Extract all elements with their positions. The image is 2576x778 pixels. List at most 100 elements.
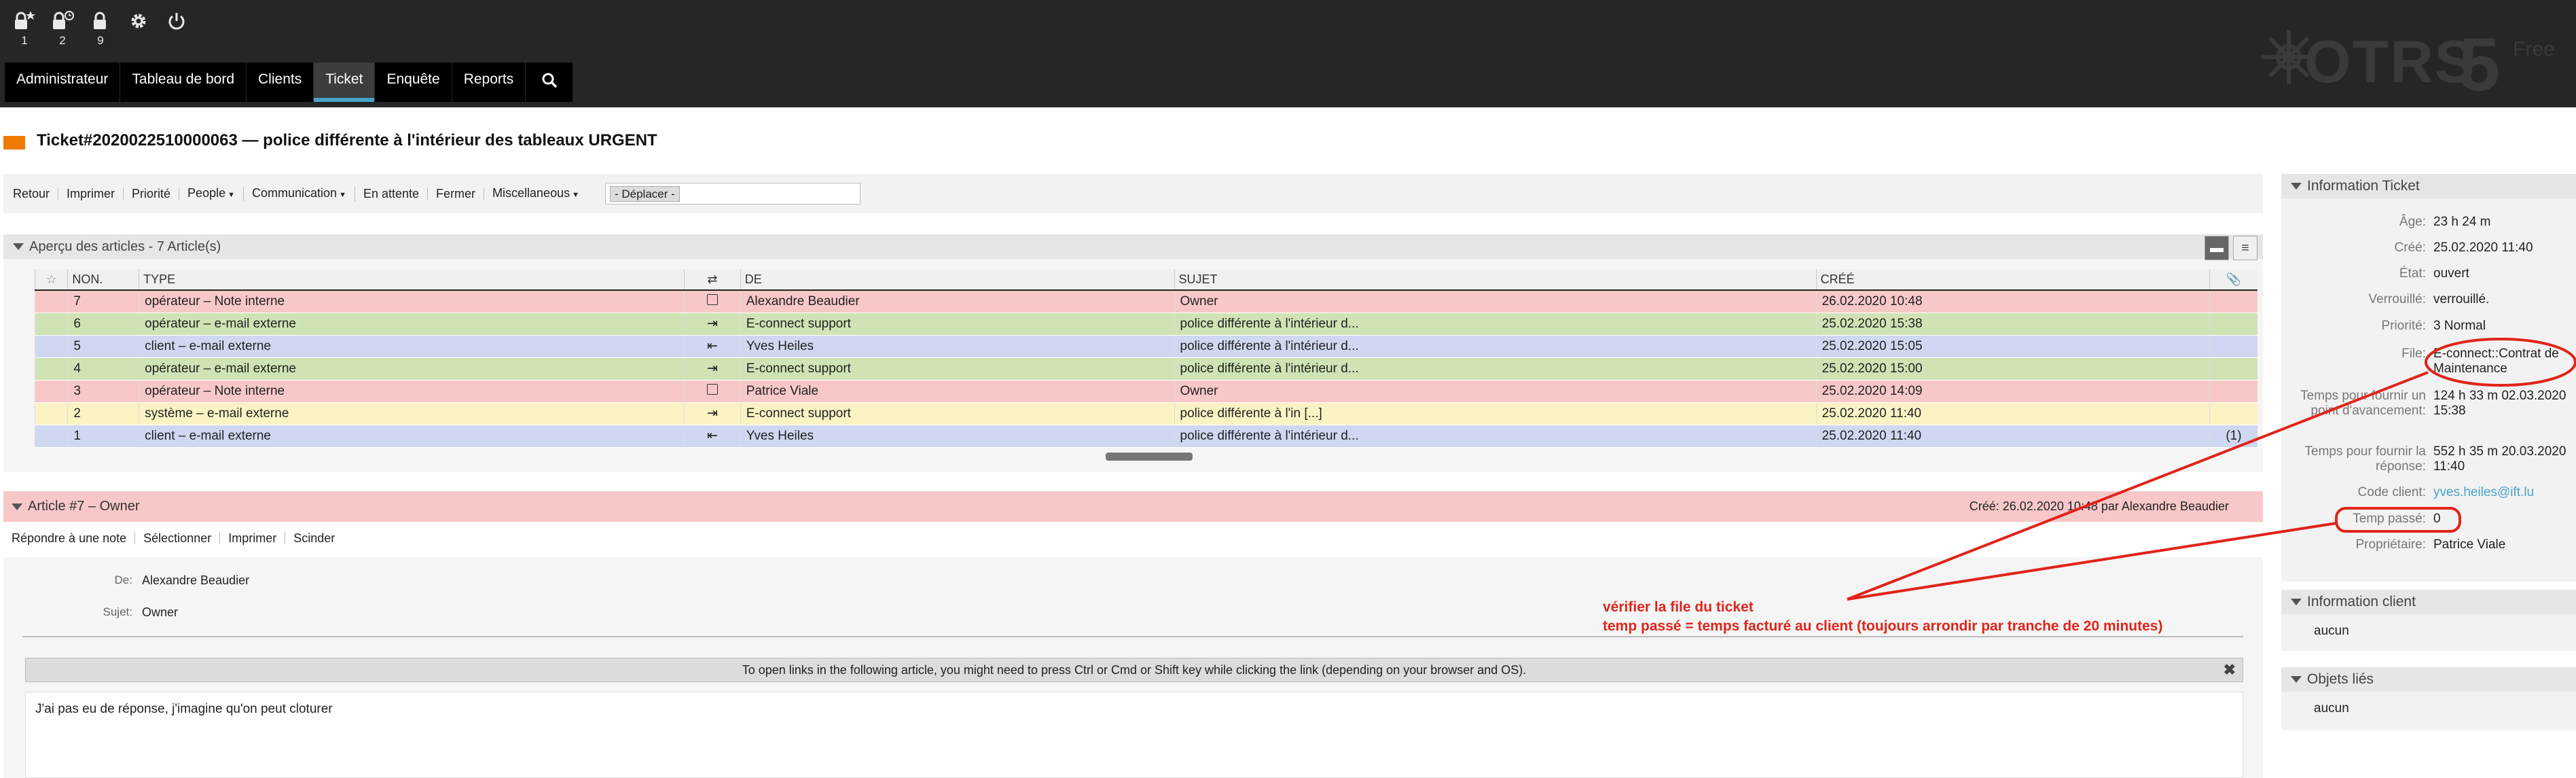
- article-action-print[interactable]: Imprimer: [228, 532, 286, 544]
- action-people-menu[interactable]: People ▼: [187, 186, 244, 201]
- internal-note-icon: [706, 294, 718, 305]
- article-row[interactable]: 2 système – e-mail externe ⇥ E-connect s…: [34, 402, 2257, 425]
- preferences-button[interactable]: [125, 11, 152, 57]
- action-en-attente[interactable]: En attente: [363, 188, 429, 200]
- nav-search-button[interactable]: [526, 63, 574, 102]
- view-list-button[interactable]: ≡: [2233, 236, 2257, 260]
- article-header[interactable]: Article #7 – Owner Créé: 26.02.2020 10:4…: [3, 491, 2263, 522]
- top-header: 1 2 9 Administrateur Tableau de bord Cli…: [0, 0, 2576, 107]
- nav-reports[interactable]: Reports: [452, 63, 526, 102]
- info-value: Patrice Viale: [2433, 537, 2506, 552]
- action-fermer[interactable]: Fermer: [436, 188, 485, 200]
- article-body-text: J'ai pas eu de réponse, j'imagine qu'on …: [25, 692, 2243, 778]
- collapse-triangle-icon[interactable]: [2291, 183, 2302, 190]
- article-action-select[interactable]: Sélectionner: [143, 532, 221, 544]
- outgoing-email-icon: ⇥: [706, 406, 718, 421]
- links-notice-banner: To open links in the following article, …: [25, 658, 2243, 682]
- article-type: opérateur – Note interne: [139, 380, 685, 403]
- article-created: 25.02.2020 15:38: [1815, 313, 2210, 336]
- col-attachment[interactable]: 📎: [2209, 269, 2257, 291]
- article-row[interactable]: 7 opérateur – Note interne Alexandre Bea…: [34, 289, 2257, 313]
- logout-button[interactable]: [163, 11, 190, 57]
- collapse-triangle-icon[interactable]: [2291, 676, 2302, 683]
- info-value[interactable]: E-connect::Contrat de Maintenance: [2433, 347, 2576, 376]
- article-from: Alexandre Beaudier: [740, 289, 1175, 313]
- article-no: 4: [67, 357, 139, 381]
- col-direction[interactable]: ⇄: [684, 269, 741, 291]
- table-resize-handle[interactable]: [1106, 453, 1193, 461]
- article-row[interactable]: 5 client – e-mail externe ⇤ Yves Heiles …: [34, 335, 2257, 358]
- articles-overview-widget: Aperçu des articles - 7 Article(s) ▬ ≡ ☆…: [3, 234, 2263, 472]
- col-type[interactable]: TYPE: [139, 269, 685, 291]
- ticket-info-header[interactable]: Information Ticket: [2281, 174, 2576, 198]
- collapse-triangle-icon[interactable]: [12, 503, 22, 510]
- article-attachment: [2209, 357, 2257, 381]
- collapse-triangle-icon[interactable]: [13, 243, 24, 250]
- article-row[interactable]: 6 opérateur – e-mail externe ⇥ E-connect…: [34, 313, 2257, 336]
- row-star: [34, 335, 68, 358]
- col-created[interactable]: CRÉÉ: [1815, 269, 2210, 291]
- article-no: 2: [67, 402, 139, 425]
- action-communication-menu[interactable]: Communication ▼: [252, 186, 355, 201]
- article-type: client – e-mail externe: [139, 335, 685, 358]
- direction-cell: [684, 380, 741, 403]
- collapse-triangle-icon[interactable]: [2291, 599, 2302, 605]
- col-subject[interactable]: SUJET: [1174, 269, 1817, 291]
- locked-reminder-tickets-button[interactable]: 2: [49, 11, 76, 57]
- nav-administrateur[interactable]: Administrateur: [5, 63, 121, 102]
- article-subject: Owner: [1174, 380, 1817, 403]
- articles-view-tools: ▬ ≡: [2205, 236, 2257, 260]
- article-created: 25.02.2020 11:40: [1815, 402, 2210, 425]
- action-retour[interactable]: Retour: [13, 188, 59, 200]
- col-no[interactable]: NON.: [67, 269, 139, 291]
- article-row[interactable]: 4 opérateur – e-mail externe ⇥ E-connect…: [34, 357, 2257, 381]
- ticket-info-title: Information Ticket: [2307, 178, 2420, 194]
- divider: [22, 636, 2243, 637]
- outgoing-email-icon: ⇥: [706, 317, 718, 331]
- logo-text: OTRS: [2304, 28, 2476, 95]
- article-created-line: Créé: 26.02.2020 10:48 par Alexandre Bea…: [1969, 499, 2229, 513]
- info-label: Verrouillé:: [2368, 292, 2427, 306]
- linked-objects-header[interactable]: Objets liés: [2281, 667, 2576, 692]
- article-subject: police différente à l'intérieur d...: [1174, 313, 1817, 336]
- article-subject: police différente à l'in [...]: [1174, 402, 1817, 425]
- move-queue-select[interactable]: - Déplacer -: [604, 183, 860, 205]
- info-label: Temp passé:: [2353, 512, 2426, 526]
- article-action-reply-note[interactable]: Répondre à une note: [12, 532, 136, 544]
- articles-widget-header[interactable]: Aperçu des articles - 7 Article(s): [3, 234, 2263, 259]
- article-attachment[interactable]: (1): [2209, 425, 2257, 448]
- direction-cell: ⇥: [684, 402, 741, 425]
- paperclip-icon: 📎: [2226, 272, 2242, 286]
- list-icon: ≡: [2241, 241, 2249, 255]
- lock-icon: [94, 12, 106, 29]
- close-icon[interactable]: ✖: [2224, 658, 2236, 682]
- star-column-header[interactable]: ☆: [34, 269, 68, 291]
- annotation-line-2: temp passé = temps facturé au client (to…: [1603, 618, 2163, 634]
- info-label: État:: [2399, 266, 2426, 281]
- action-imprimer[interactable]: Imprimer: [67, 188, 124, 200]
- info-label: Temps pour fournir un point d'avancement…: [2300, 389, 2426, 418]
- client-info-header[interactable]: Information client: [2281, 590, 2576, 614]
- nav-enquete[interactable]: Enquête: [375, 63, 452, 102]
- article-row[interactable]: 1 client – e-mail externe ⇤ Yves Heiles …: [34, 425, 2257, 448]
- action-miscellaneous-menu[interactable]: Miscellaneous ▼: [492, 187, 587, 201]
- action-priorite[interactable]: Priorité: [132, 188, 180, 200]
- info-value: 23 h 24 m: [2433, 215, 2491, 229]
- view-collapse-button[interactable]: ▬: [2205, 236, 2229, 260]
- nav-ticket[interactable]: Ticket: [314, 63, 376, 102]
- article-from: E-connect support: [740, 402, 1175, 425]
- direction-cell: ⇥: [684, 357, 741, 381]
- nav-tableau-de-bord[interactable]: Tableau de bord: [120, 63, 247, 102]
- article-action-bar: Répondre à une note Sélectionner Imprime…: [3, 522, 2263, 554]
- locked-new-tickets-button[interactable]: 1: [11, 11, 38, 57]
- locked-tickets-button[interactable]: 9: [87, 11, 114, 57]
- customer-id-link[interactable]: yves.heiles@ift.lu: [2433, 485, 2576, 500]
- nav-clients[interactable]: Clients: [247, 63, 314, 102]
- articles-table: ☆ NON. TYPE ⇄ DE SUJET CRÉÉ 📎 7 opérateu…: [34, 269, 2257, 448]
- internal-note-icon: [706, 383, 718, 395]
- article-action-split[interactable]: Scinder: [293, 532, 343, 544]
- col-from[interactable]: DE: [740, 269, 1175, 291]
- article-row[interactable]: 3 opérateur – Note interne Patrice Viale…: [34, 380, 2257, 403]
- direction-cell: ⇥: [684, 313, 741, 336]
- info-label: Âge:: [2399, 215, 2426, 229]
